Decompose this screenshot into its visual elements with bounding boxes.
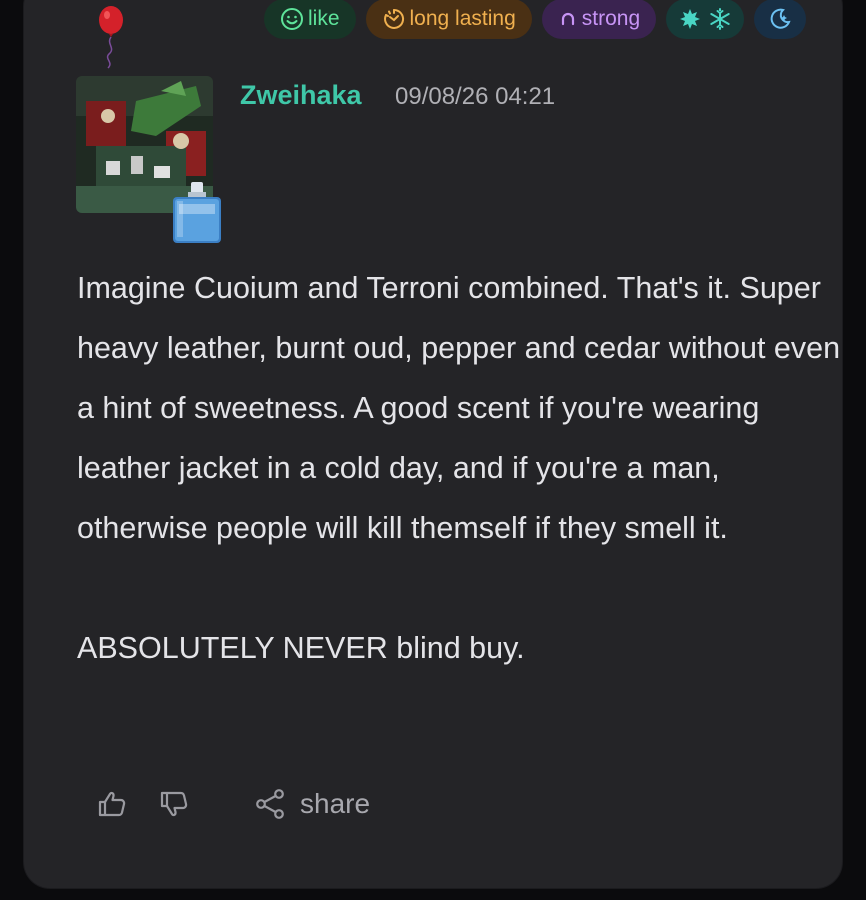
timer-icon: [383, 8, 404, 29]
thumbs-up-icon[interactable]: [96, 788, 128, 820]
leaf-icon: [680, 9, 701, 29]
smiley-icon: [281, 8, 303, 30]
review-body: Imagine Cuoium and Terroni combined. Tha…: [77, 258, 847, 678]
long-lasting-badge-label: long lasting: [409, 7, 516, 30]
like-badge-label: like: [308, 7, 340, 30]
tag-badges: like long lasting strong: [264, 0, 807, 39]
balloon-icon: [99, 6, 123, 69]
season-badge[interactable]: [666, 0, 745, 39]
gauge-icon: [561, 12, 574, 26]
night-badge[interactable]: [754, 0, 807, 39]
strong-badge-label: strong: [581, 7, 641, 30]
moon-icon: [770, 8, 791, 29]
share-label: share: [300, 788, 371, 819]
review-actions: share: [96, 788, 370, 820]
long-lasting-badge[interactable]: long lasting: [365, 0, 532, 39]
timestamp: 09/08/26 04:21: [395, 83, 556, 110]
username[interactable]: Zweihaka: [240, 80, 362, 111]
review-card: like long lasting strong Zweihaka 09/08/…: [24, 0, 842, 888]
thumbs-down-icon[interactable]: [158, 788, 190, 820]
share-icon: [256, 789, 284, 819]
like-badge[interactable]: like: [264, 0, 356, 39]
snowflake-icon: [710, 8, 730, 30]
review-paragraph: Imagine Cuoium and Terroni combined. Tha…: [77, 271, 841, 545]
perfume-bottle-icon: [173, 182, 221, 243]
share-button[interactable]: share: [254, 788, 370, 820]
strong-badge[interactable]: strong: [541, 0, 657, 39]
review-paragraph: ABSOLUTELY NEVER blind buy.: [77, 631, 525, 665]
